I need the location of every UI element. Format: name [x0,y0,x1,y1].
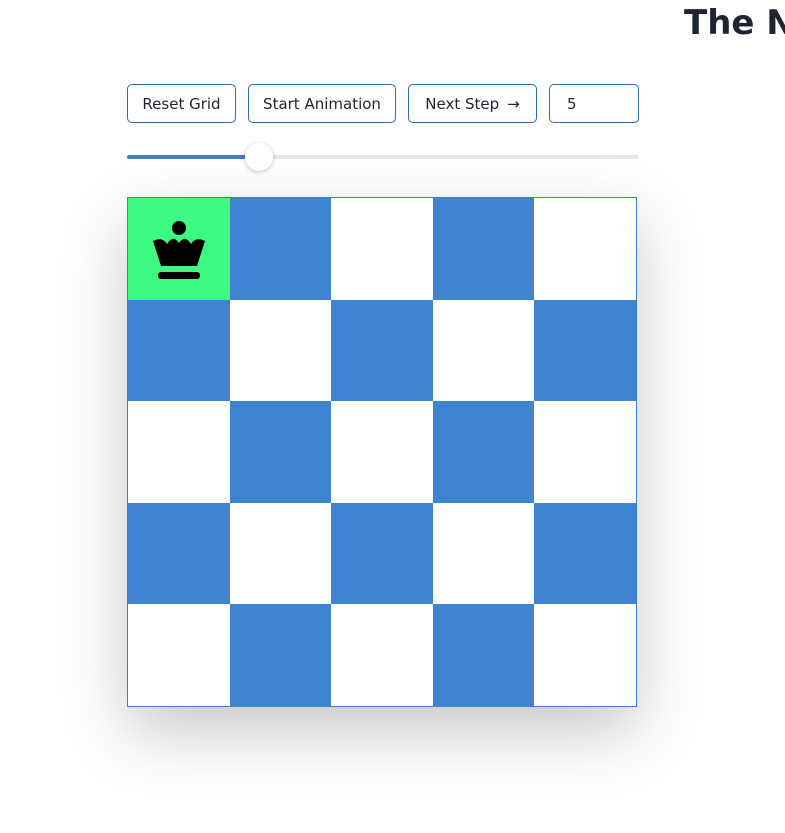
reset-grid-button[interactable]: Reset Grid [127,84,236,123]
board-cell[interactable] [128,401,230,503]
board-cell[interactable] [128,604,230,706]
board-cell[interactable] [534,299,636,402]
board-cell[interactable] [331,299,433,402]
page-title: The N [684,3,785,43]
board-cell[interactable] [534,502,636,605]
board-cell[interactable] [331,198,433,300]
board-cell[interactable] [128,502,230,605]
board-size-input[interactable] [549,84,639,123]
board-cell[interactable] [128,198,230,300]
start-animation-button[interactable]: Start Animation [248,84,396,123]
next-step-button[interactable]: Next Step → [408,84,537,123]
start-animation-label: Start Animation [263,94,381,113]
board-cell[interactable] [229,401,332,503]
board-cell[interactable] [432,502,535,605]
arrow-right-icon: → [507,94,520,113]
chess-board [127,197,637,707]
board-cell[interactable] [331,604,433,706]
board-cell[interactable] [229,604,332,706]
next-step-label: Next Step [425,94,500,113]
board-cell[interactable] [331,401,433,503]
board-cell[interactable] [229,502,332,605]
board-cell[interactable] [534,604,636,706]
board-cell[interactable] [534,401,636,503]
speed-slider-thumb[interactable] [244,143,273,171]
speed-slider-fill [127,155,259,159]
board-cell[interactable] [331,502,433,605]
board-cell[interactable] [432,299,535,402]
board-cell[interactable] [229,198,332,300]
board-cell[interactable] [432,401,535,503]
board-cell[interactable] [432,198,535,300]
board-cell[interactable] [534,198,636,300]
reset-grid-label: Reset Grid [142,94,221,113]
board-cell[interactable] [432,604,535,706]
queen-icon [152,220,205,279]
board-cell[interactable] [128,299,230,402]
board-cell[interactable] [229,299,332,402]
speed-slider[interactable] [127,143,639,171]
